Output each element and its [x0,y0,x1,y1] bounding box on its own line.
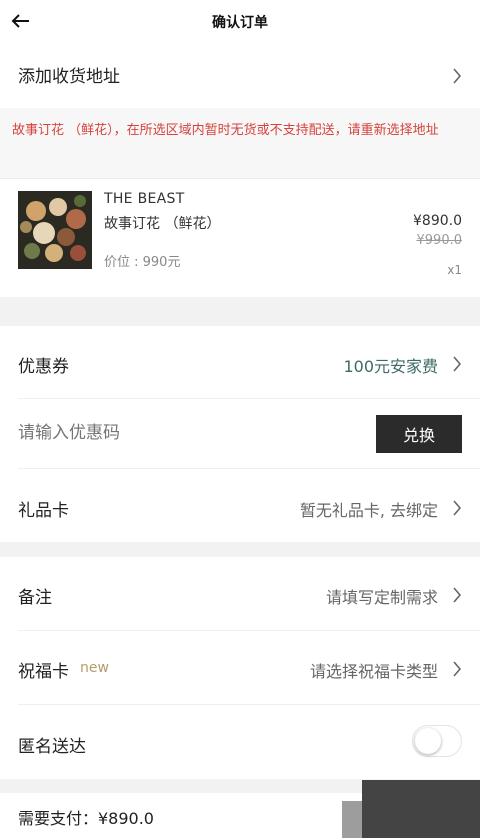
product-original-price: ¥990.0 [416,233,463,248]
add-address-row[interactable]: 添加收货地址 [0,44,480,108]
chevron-right-icon [453,356,462,372]
gift-card-value: 暂无礼品卡, 去绑定 [299,501,438,520]
new-badge: new [80,660,109,676]
toggle-knob [415,728,441,754]
product-image[interactable] [18,191,92,269]
header-bar: 确认订单 [0,0,480,44]
coupon-value: 100元安家费 [343,357,438,376]
product-quantity: x1 [447,263,462,277]
overlay-image [362,780,480,838]
remark-label: 备注 [18,588,52,608]
product-card: THE BEAST 故事订花 （鲜花） 价位 : 990元 ¥890.0 ¥99… [0,178,480,297]
blessing-card-label: 祝福卡 [18,662,69,682]
blessing-card-value: 请选择祝福卡类型 [309,662,438,681]
delivery-notice-text: 故事订花 （鲜花），在所选区域内暂时无货或不支持配送，请重新选择地址 [12,123,439,138]
anonymous-row: 匿名送达 [0,705,480,779]
coupon-label: 优惠券 [18,357,69,377]
coupon-row[interactable]: 优惠券 100元安家费 [0,326,480,398]
promo-code-input[interactable] [18,416,348,450]
redeem-button[interactable]: 兑换 [376,415,462,453]
page-title: 确认订单 [212,15,268,31]
chevron-right-icon [453,500,462,516]
gift-card-label: 礼品卡 [18,501,69,521]
extras-section: 备注 请填写定制需求 祝福卡 new 请选择祝福卡类型 匿名送达 [0,557,480,779]
chevron-right-icon [453,587,462,603]
divider [18,398,480,399]
total-amount: 需要支付：¥890.0 [18,809,154,828]
product-list-price: 价位 : 990元 [104,255,181,270]
delivery-notice: 故事订花 （鲜花），在所选区域内暂时无货或不支持配送，请重新选择地址 [0,108,480,178]
remark-row[interactable]: 备注 请填写定制需求 [0,557,480,630]
anonymous-label: 匿名送达 [18,737,86,757]
blessing-card-row[interactable]: 祝福卡 new 请选择祝福卡类型 [0,631,480,704]
product-price: ¥890.0 [413,213,462,229]
chevron-right-icon [453,661,462,677]
pay-button[interactable] [342,801,362,838]
chevron-right-icon [453,68,462,84]
gift-card-row[interactable]: 礼品卡 暂无礼品卡, 去绑定 [0,469,480,542]
remark-value: 请填写定制需求 [325,588,438,607]
product-brand: THE BEAST [104,191,185,207]
add-address-label: 添加收货地址 [18,67,120,87]
anonymous-toggle[interactable] [412,725,462,757]
product-name: 故事订花 （鲜花） [104,216,221,232]
